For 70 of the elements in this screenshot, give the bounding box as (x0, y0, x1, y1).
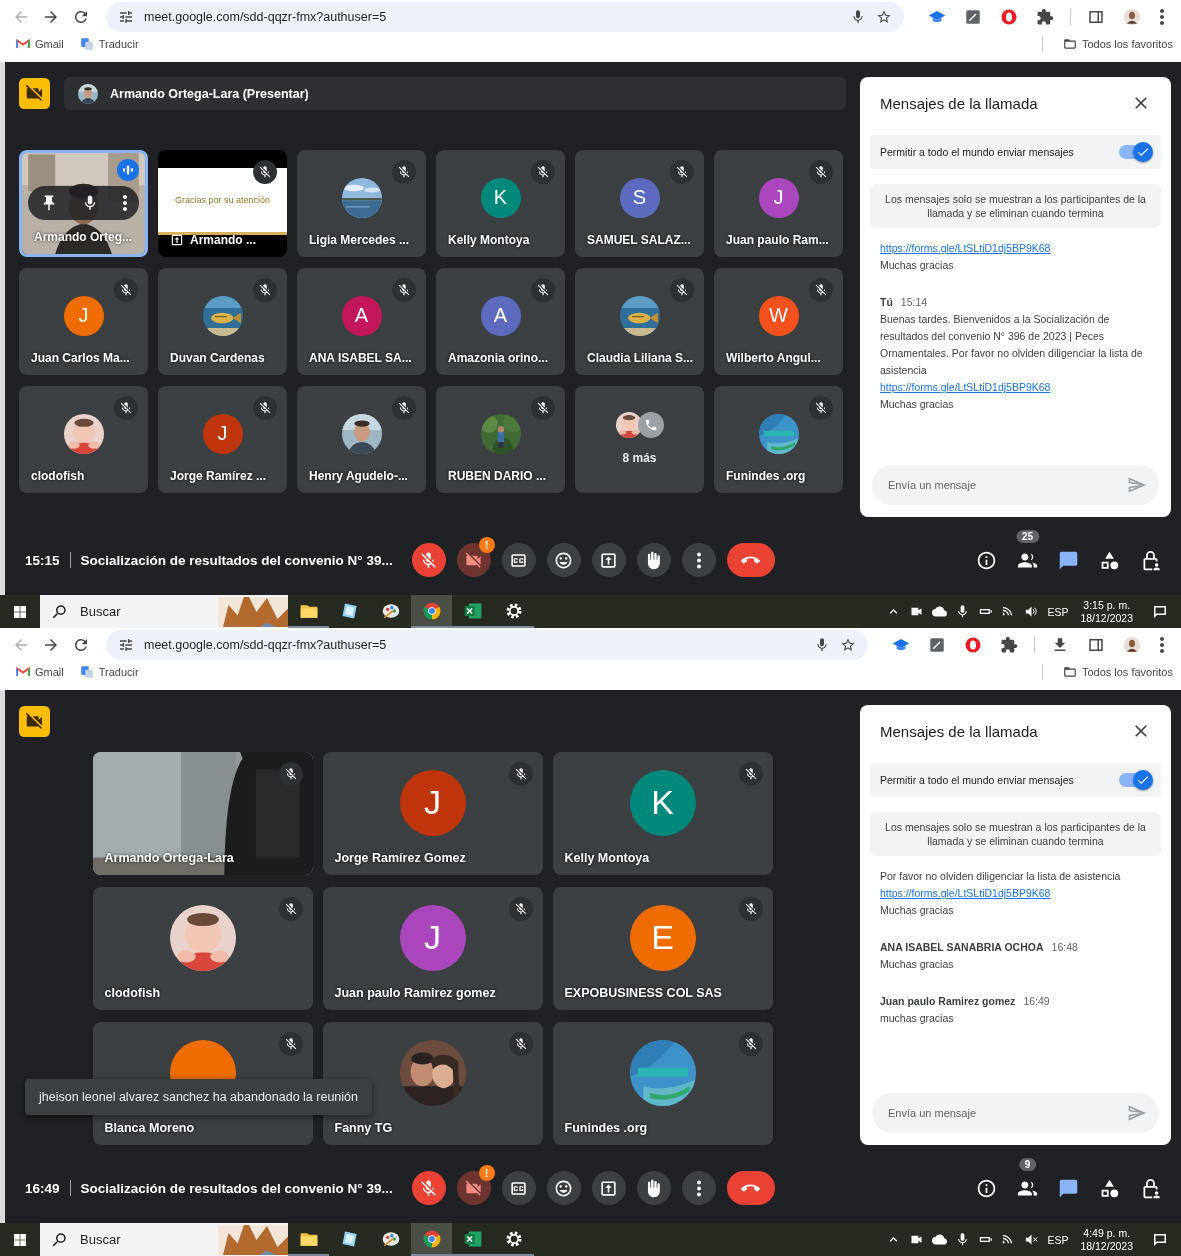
sender-name: ANA ISABEL SANABRIA OCHOA (880, 941, 1044, 953)
url-text: meet.google.com/sdd-qqzr-fmx?authuser=5 (144, 637, 387, 652)
message-text: Muchas gracias (880, 957, 955, 972)
avatar-letter: J (424, 783, 441, 822)
avatar-letter: W (769, 304, 788, 327)
setting-label: Permitir a todo el mundo enviar mensajes (880, 774, 1074, 786)
panel-title: Mensajes de la llamada (880, 94, 1038, 112)
avatar-letter: E (651, 918, 674, 957)
message-text: muchas gracias (880, 1011, 955, 1026)
participant-name: Juan paulo Ram... (726, 233, 829, 247)
info-notice: Los mensajes solo se muestran a los participantes de la llamada y se eliminan cuando termina (870, 812, 1161, 856)
presenter-name: Armando Ortega-Lara (Presentar) (110, 86, 309, 101)
participant-name: RUBEN DARIO ... (448, 469, 546, 483)
participant-name: ANA ISABEL SA... (309, 351, 412, 365)
participant-name: Blanca Moreno (104, 1121, 195, 1135)
meeting-title: Socialización de resultados del convenio N° 39... (80, 1180, 393, 1196)
avatar-letter: A (493, 304, 508, 327)
url-text: meet.google.com/sdd-qqzr-fmx?authuser=5 (144, 9, 387, 24)
message-text: Muchas gracias (880, 258, 955, 273)
meeting-title: Socialización de resultados del convenio N° 39... (80, 552, 393, 568)
participant-name: Funindes .org (726, 469, 806, 483)
avatar-letter: K (651, 783, 674, 822)
notification-toast: jheison leonel alvarez sanchez ha abandonado la reunión (25, 1079, 372, 1115)
more-participants-label: 8 más (622, 451, 657, 465)
message-time: 16:48 (1051, 941, 1078, 953)
sender-name: Juan paulo Ramirez gomez (880, 995, 1016, 1007)
avatar-letter: A (354, 304, 369, 327)
avatar-letter: J (217, 422, 228, 445)
warning-badge: ! (478, 1165, 495, 1181)
participant-name: Amazonia orino... (448, 351, 548, 365)
participant-name: Jorge Ramírez Gomez (334, 851, 466, 865)
participant-name: EXPOBUSINESS COL SAS (564, 986, 722, 1000)
sender-name: Tú (880, 296, 893, 308)
participant-name: Armando Ortega-Lara (104, 851, 234, 865)
participant-name: Henry Agudelo-... (309, 469, 408, 483)
message-text: Por favor no olviden diligenciar la lista de asistencia (880, 869, 1122, 884)
message-text: Muchas gracias (880, 903, 955, 918)
avatar-letter: S (632, 186, 647, 209)
panel-title: Mensajes de la llamada (880, 722, 1038, 740)
avatar-letter: K (493, 186, 508, 209)
participant-name: Juan paulo Ramirez gomez (334, 986, 496, 1000)
setting-label: Permitir a todo el mundo enviar mensajes (880, 146, 1074, 158)
participant-name: Ligia Mercedes ... (309, 233, 410, 247)
people-count: 25 (1015, 529, 1040, 543)
participant-name: Fanny TG (334, 1121, 393, 1135)
meeting-time: 15:15 (25, 552, 60, 568)
participant-name: Kelly Montoya (448, 233, 530, 247)
participant-name: Claudia Liliana S... (587, 351, 694, 365)
participant-name: Juan Carlos Ma... (31, 351, 130, 365)
message-text: Muchas gracias (880, 397, 955, 412)
people-count: 9 (1018, 1157, 1037, 1171)
meeting-time: 16:49 (25, 1180, 60, 1196)
warning-badge: ! (478, 537, 495, 553)
participant-name: clodofish (104, 986, 161, 1000)
slide-text: Gracias por su atención (173, 194, 272, 206)
participant-name: Wilberto Angul... (726, 351, 821, 365)
info-notice: Los mensajes solo se muestran a los participantes de la llamada y se eliminan cuando termina (870, 184, 1161, 228)
participant-name: SAMUEL SALAZ... (587, 233, 691, 247)
avatar-letter: J (773, 186, 784, 209)
participant-name: Jorge Ramírez ... (170, 469, 267, 483)
avatar-letter: J (424, 918, 441, 957)
participant-name: Armando ... (190, 233, 256, 247)
message-time: 16:49 (1023, 995, 1050, 1007)
avatar-letter: J (78, 304, 89, 327)
participant-name: Funindes .org (564, 1121, 648, 1135)
message-text: Buenas tardes. Bienvenidos a la Socialización de resultados del convenio N° 396 de 2023 | Peces Ornamentales. Por favor no olviden diligenciar la lista de asistencia (880, 312, 1144, 378)
participant-name: Kelly Montoya (564, 851, 650, 865)
message-time: 15:14 (900, 296, 928, 308)
participant-name: Duvan Cardenas (170, 351, 265, 365)
participant-name: clodofish (31, 469, 85, 483)
